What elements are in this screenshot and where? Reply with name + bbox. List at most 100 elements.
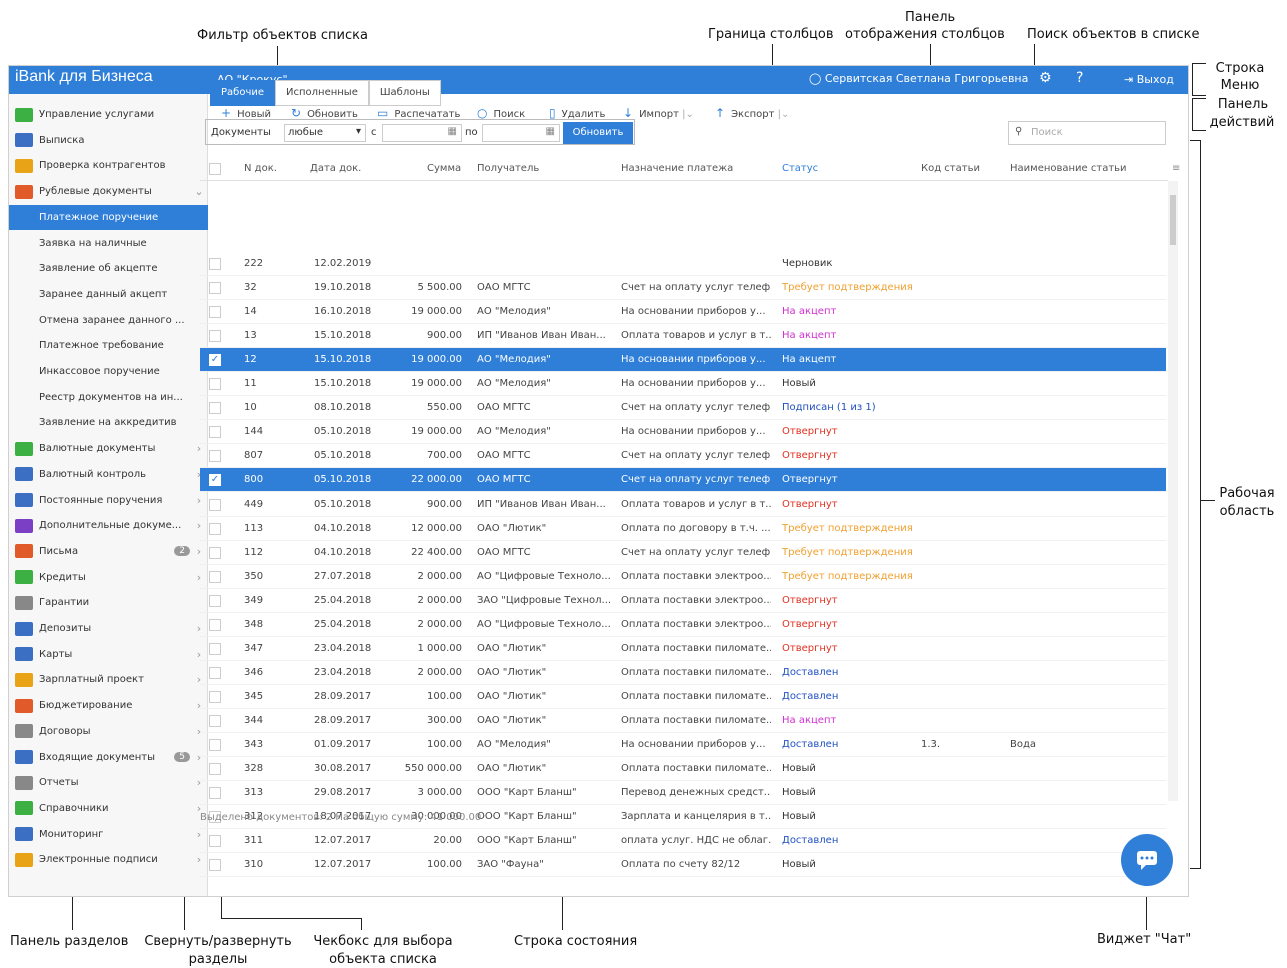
export-button[interactable]: ↑ Экспорт |⌄ [715,106,789,120]
table-row[interactable]: 346 23.04.2018 2 000.00 ОАО "Лютик" Оплата п… [200,661,1166,685]
tab-executed[interactable]: Исполненные [275,80,369,106]
chevron-down-icon[interactable]: ⌄ [190,185,208,198]
row-checkbox[interactable] [209,859,221,872]
row-checkbox[interactable] [209,378,221,391]
column-header-number[interactable]: N док. [244,163,277,174]
table-row[interactable]: 144 05.10.2018 19 000.00 АО "Мелодия" На осн… [200,420,1166,445]
sidebar-item[interactable]: Платежное поручение [9,204,208,230]
column-header-article-name[interactable]: Наименование статьи [1010,163,1127,174]
row-checkbox[interactable] [209,306,221,319]
sidebar-item[interactable]: Заявление на аккредитив [9,410,208,435]
delete-button[interactable]: ▯ Удалить [549,106,605,120]
calendar-icon[interactable]: ▦ [448,126,457,137]
row-checkbox[interactable] [209,330,221,343]
table-row[interactable]: 13 15.10.2018 900.00 ИП "Иванов Иван Иван..… [200,324,1166,349]
calendar-icon[interactable]: ▦ [546,126,555,137]
row-checkbox[interactable] [209,450,221,463]
sidebar-item[interactable]: Платежное требование [9,333,208,358]
sidebar-item[interactable]: Кредиты › [9,565,208,590]
table-row[interactable]: 112 04.10.2018 22 400.00 ОАО МГТС Счет на оп… [200,541,1166,565]
column-header-recipient[interactable]: Получатель [477,163,539,174]
sidebar-item[interactable]: Заявка на наличные [9,231,208,256]
search-toolbar-button[interactable]: ○ Поиск [477,106,525,120]
table-row[interactable]: 345 28.09.2017 100.00 ОАО "Лютик" Оплата пос… [200,685,1166,709]
column-header-date[interactable]: Дата док. [310,163,361,174]
table-row[interactable]: 113 04.10.2018 12 000.00 ОАО "Лютик" Оплата … [200,517,1166,541]
list-scrollbar-thumb[interactable] [1170,195,1176,245]
table-row[interactable]: 32 19.10.2018 5 500.00 ОАО МГТС Счет на опла… [200,276,1166,301]
table-row[interactable]: 350 27.07.2018 2 000.00 АО "Цифровые Технол… [200,565,1166,589]
column-header-sum[interactable]: Сумма [427,163,461,174]
row-checkbox[interactable] [209,570,221,583]
new-button[interactable]: + Новый [221,106,271,120]
tab-templates[interactable]: Шаблоны [368,80,441,106]
sidebar-item[interactable]: Рублевые документы ⌄ [9,179,208,204]
row-checkbox[interactable] [209,594,221,607]
row-checkbox[interactable] [209,522,221,535]
column-header-purpose[interactable]: Назначение платежа [621,163,733,174]
row-checkbox[interactable] [209,642,221,655]
columns-panel-icon[interactable]: ≡ [1172,163,1180,174]
row-checkbox[interactable]: ✓ [209,474,221,487]
select-all-checkbox[interactable] [209,163,221,175]
user-name[interactable]: ◯ Сервитская Светлана Григорьевна [809,72,1028,85]
sidebar-item[interactable]: Заявление об акцепте [9,256,208,281]
sidebar-item[interactable]: Отчеты › [9,770,208,795]
sidebar-item[interactable]: Письма 2 › [9,539,208,564]
sidebar-item[interactable]: Карты › [9,642,208,667]
table-row[interactable]: 344 28.09.2017 300.00 ОАО "Лютик" Оплата пос… [200,709,1166,733]
sidebar-item[interactable]: Выписка [9,128,208,153]
row-checkbox[interactable] [209,787,221,800]
column-header-status[interactable]: Статус [782,163,818,174]
row-checkbox[interactable] [209,426,221,439]
sidebar-item[interactable]: Мониторинг › [9,822,208,847]
import-button[interactable]: ↓ Импорт |⌄ [623,106,694,120]
table-row[interactable]: 807 05.10.2018 700.00 ОАО МГТС Счет на оплат… [200,444,1166,469]
search-input[interactable]: ⚲ Поиск [1008,121,1166,145]
filter-date-to-input[interactable]: ▦ [482,124,560,142]
sidebar-item[interactable]: Справочники › [9,796,208,821]
table-row[interactable]: 10 08.10.2018 550.00 ОАО МГТС Счет на оплату… [200,396,1166,421]
import-dropdown-icon[interactable]: |⌄ [679,109,694,120]
sidebar-item[interactable]: Бюджетирование › [9,693,208,718]
table-row[interactable]: 310 12.07.2017 100.00 ЗАО "Фауна" Оплата по … [200,853,1166,878]
sidebar-item[interactable]: Валютный контроль › [9,462,208,487]
sidebar-item[interactable]: Дополнительные докуме... › [9,513,208,538]
filter-date-from-input[interactable]: ▦ [382,124,462,142]
table-row[interactable]: 11 15.10.2018 19 000.00 АО "Мелодия" На осно… [200,372,1166,397]
sidebar-item[interactable]: Договоры › [9,719,208,744]
filter-refresh-button[interactable]: Обновить [563,122,633,144]
sidebar-item[interactable]: Реестр документов на ин... [9,385,208,410]
export-dropdown-icon[interactable]: |⌄ [774,109,790,120]
print-button[interactable]: ▭ Распечатать [377,106,460,120]
row-checkbox[interactable] [209,835,221,848]
row-checkbox[interactable] [209,714,221,727]
list-scrollbar[interactable] [1168,181,1178,801]
tab-working[interactable]: Рабочие [210,80,276,106]
sidebar-item[interactable]: Депозиты › [9,616,208,641]
sidebar-item[interactable]: Проверка контрагентов [9,153,208,178]
table-row[interactable]: 349 25.04.2018 2 000.00 ЗАО "Цифровые Техно… [200,589,1166,613]
help-icon[interactable]: ? [1076,70,1083,86]
row-checkbox[interactable] [209,618,221,631]
row-checkbox[interactable] [209,402,221,415]
table-row[interactable]: 313 29.08.2017 3 000.00 ООО "Карт Бланш" Пер… [200,781,1166,806]
chat-widget-button[interactable] [1121,834,1173,886]
row-checkbox[interactable] [209,258,221,270]
table-row[interactable]: 311 12.07.2017 20.00 ООО "Карт Бланш" оплата… [200,829,1166,854]
sidebar-item[interactable]: Управление услугами [9,102,208,127]
sidebar-item[interactable]: Заранее данный акцепт [9,282,208,307]
sidebar-item[interactable]: Зарплатный проект › [9,667,208,692]
column-header-code[interactable]: Код статьи [921,163,980,174]
table-row[interactable]: 348 25.04.2018 2 000.00 АО "Цифровые Технол… [200,613,1166,637]
sidebar-item[interactable]: Постоянные поручения › [9,488,208,513]
refresh-button[interactable]: ↻ Обновить [291,106,358,120]
row-checkbox[interactable]: ✓ [209,354,221,367]
sidebar-item[interactable]: Гарантии [9,590,208,615]
table-row[interactable]: 328 30.08.2017 550 000.00 ОАО "Лютик" Оплата… [200,757,1166,782]
row-checkbox[interactable] [209,690,221,703]
settings-icon[interactable]: ⚙ [1039,70,1052,86]
table-row[interactable]: 449 05.10.2018 900.00 ИП "Иванов Иван Иван.… [200,493,1166,517]
filter-docs-select[interactable]: любые ▾ [284,124,366,142]
table-row[interactable]: 343 01.09.2017 100.00 АО "Мелодия" На основа… [200,733,1166,757]
